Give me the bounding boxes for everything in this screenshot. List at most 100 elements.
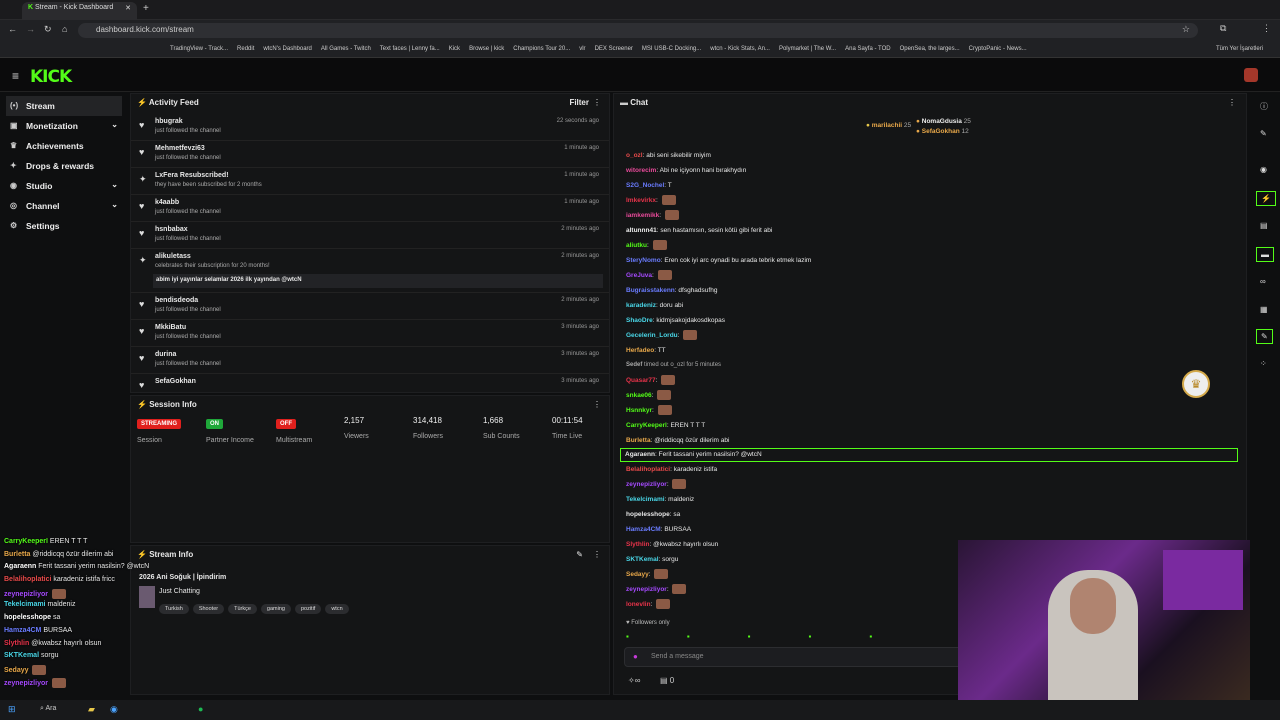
bookmark-item[interactable]: TradingView - Track... [170,41,228,52]
chat-username[interactable]: snkae06 [626,392,652,399]
chat-message[interactable]: Agaraenn: Ferit tassani yerim nasilsin? … [620,448,1238,462]
edit-icon[interactable]: ✎ [576,550,583,559]
emote-row[interactable]: ▪▪▪▪▪ [626,632,966,642]
chat-message[interactable]: Hamza4CM: BURSAA [614,522,1246,537]
bookmark-item[interactable]: Browse | kick [469,41,504,52]
reload-icon[interactable]: ↻ [44,24,52,35]
bookmark-item[interactable]: Ana Sayfa - TOD [845,41,890,52]
camera-icon[interactable]: ◉ [1260,165,1267,174]
tools-icon[interactable]: ✎ [1256,329,1273,344]
avatar[interactable] [1244,68,1258,82]
chat-message[interactable]: zeynepizliyor: [614,477,1246,492]
mic-icon[interactable]: ● [633,652,638,661]
chat-message[interactable]: ShaoDre: kidmjsakojdakosdkopas [614,313,1246,328]
chat-message[interactable]: altunnn41: sen hastamısın, sesin kötü gi… [614,223,1246,238]
url-field[interactable]: dashboard.kick.com/stream ☆ [78,23,1198,38]
chat-username[interactable]: Slythlin [626,541,649,548]
chat-username[interactable]: aliutku [626,242,647,249]
chat-username[interactable]: witorecim [626,167,656,174]
close-tab-icon[interactable]: ✕ [125,4,131,12]
chat-message[interactable]: S2G_Nochel: T [614,178,1246,193]
category-name[interactable]: Just Chatting [159,588,200,595]
chat-message[interactable]: GreJuva: [614,268,1246,283]
bolt-panel-icon[interactable]: ⚡ [1256,191,1276,206]
more-icon[interactable]: ⋮ [593,400,601,409]
chat-username[interactable]: Bugraisstakenn [626,287,675,294]
bookmark-item[interactable]: Kick [449,41,460,52]
chat-panel-icon[interactable]: ▬ [1256,247,1274,262]
chat-username[interactable]: Quasar77 [626,377,656,384]
bookmark-item[interactable]: MSI USB-C Docking... [642,41,701,52]
bookmark-item[interactable]: vlr [579,41,585,52]
crown-avatar-icon[interactable]: ♛ [1182,370,1210,398]
bookmark-item[interactable]: wtcn - Kick Stats, An... [710,41,770,52]
spotify-icon[interactable]: ● [198,704,203,714]
tag[interactable]: Türkçe [228,604,257,614]
chat-username[interactable]: iamkemikk [626,212,659,219]
bookmark-item[interactable]: Champions Tour 20... [513,41,570,52]
chat-username[interactable]: Sedef [626,362,642,368]
sidebar-item-drops[interactable]: ✦ Drops & rewards [0,156,128,176]
kick-logo[interactable]: KICK [30,67,72,87]
tag[interactable]: Shooter [192,604,225,614]
chat-message[interactable]: o_ozl: abi seni sikebilir miyim [614,148,1246,163]
sidebar-item-stream[interactable]: (•) Stream [6,96,122,116]
chat-username[interactable]: Gecelerin_Lordu [626,332,678,339]
infinity-icon[interactable]: ✧∞ [628,676,640,685]
sidebar-item-channel[interactable]: ◎ Channel ⌄ [0,196,128,216]
feed-username[interactable]: k4aabb [155,199,179,206]
chat-username[interactable]: lmkevirkx [626,197,656,204]
tag[interactable]: wtcn [325,604,349,614]
gifter-entry[interactable]: ● SefaGokhan 12 [916,128,969,135]
filter-button[interactable]: Filter [569,98,589,107]
chat-username[interactable]: hopelesshope [626,511,670,518]
feed-username[interactable]: Mehmetfevzi63 [155,145,205,152]
chat-username[interactable]: Burletta [626,437,651,444]
sidebar-item-monetization[interactable]: ▣ Monetization ⌄ [0,116,128,136]
chat-message[interactable]: Tekelcimami: maldeniz [614,492,1246,507]
chat-username[interactable]: zeynepizliyor [626,586,667,593]
chrome-icon[interactable]: ◉ [110,704,118,715]
bookmark-item[interactable]: wtcN's Dashboard [263,41,312,52]
folder-icon[interactable]: ▰ [88,704,95,715]
windows-start-icon[interactable]: ⊞ [8,704,16,715]
feed-username[interactable]: durina [155,351,176,358]
chat-username[interactable]: GreJuva [626,272,652,279]
chat-username[interactable]: CarryKeeperl [626,422,667,429]
feed-username[interactable]: LxFera Resubscribed! [155,172,229,179]
pencil-icon[interactable]: ✎ [1260,129,1267,138]
chat-message[interactable]: Belalihoplatici: karadeniz istifa [614,462,1246,477]
bookmark-item[interactable]: Reddit [237,41,254,52]
chat-message[interactable]: Herfadeo: TT [614,343,1246,358]
feed-username[interactable]: MkkiBatu [155,324,186,331]
chat-message[interactable]: iamkemikk: [614,208,1246,223]
back-icon[interactable]: ← [8,24,17,34]
chat-message[interactable]: Gecelerin_Lordu: [614,328,1246,343]
chat-username[interactable]: SteryNomo [626,257,661,264]
new-tab-button[interactable]: + [143,3,149,14]
chat-username[interactable]: karadeniz [626,302,656,309]
chat-message[interactable]: snkae06: [614,388,1246,403]
forward-icon[interactable]: → [26,24,35,34]
browser-tab[interactable]: K Stream - Kick Dashboard ✕ [22,2,137,20]
info-icon[interactable]: ⓘ [1260,101,1268,112]
chat-message[interactable]: Sedef timed out o_ozl for 5 minutes [614,358,1246,373]
chat-username[interactable]: Herfadeo [626,347,654,354]
tag[interactable]: pozitif [294,604,322,614]
extensions-icon[interactable]: ⧉ [1220,23,1226,34]
chat-message[interactable]: karadeniz: doru abi [614,298,1246,313]
chat-username[interactable]: o_ozl [626,152,643,159]
chat-message[interactable]: aliutku: [614,238,1246,253]
gifter-entry[interactable]: ● marilachii 25 [866,122,911,129]
document-icon[interactable]: ▤ [1260,221,1268,230]
chat-message[interactable]: SteryNomo: Eren cok iyi arc oynadi bu ar… [614,253,1246,268]
bookmark-item[interactable]: Text faces | Lenny fa... [380,41,440,52]
menu-icon[interactable]: ⋮ [1262,23,1271,34]
more-icon[interactable]: ⋮ [1228,98,1236,107]
feed-username[interactable]: alikuletass [155,253,191,260]
bookmark-item[interactable]: All Games - Twitch [321,41,371,52]
bookmark-item[interactable]: CryptoPanic - News... [969,41,1027,52]
more-icon[interactable]: ⋮ [593,98,601,107]
sidebar-item-settings[interactable]: ⚙ Settings [0,216,128,236]
chat-message[interactable]: hopelesshope: sa [614,507,1246,522]
